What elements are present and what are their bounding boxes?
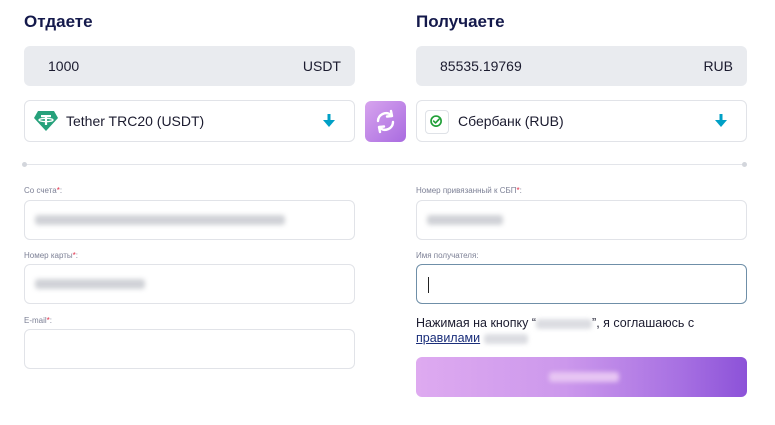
give-method-select[interactable]: Tether TRC20 (USDT) [24, 100, 355, 142]
submit-button[interactable] [416, 357, 747, 397]
text-cursor [428, 277, 429, 293]
rules-link[interactable]: правилами [416, 331, 480, 345]
from-account-label: Со счета*: [24, 186, 63, 195]
recipient-name-input[interactable] [416, 264, 747, 304]
give-amount-field[interactable]: 1000 USDT [24, 46, 355, 86]
sbp-phone-label: Номер привязанный к СБП*: [416, 186, 522, 195]
tether-icon [34, 111, 58, 131]
give-amount-value: 1000 [48, 58, 80, 74]
get-amount-field[interactable]: 85535.19769 RUB [416, 46, 747, 86]
card-number-input[interactable] [24, 264, 355, 304]
sbp-phone-input[interactable] [416, 200, 747, 240]
from-account-input[interactable] [24, 200, 355, 240]
recipient-name-label: Имя получателя: [416, 251, 479, 260]
give-method-label: Tether TRC20 (USDT) [66, 113, 205, 129]
card-number-label: Номер карты*: [24, 251, 79, 260]
get-title: Получаете [416, 12, 505, 31]
give-title: Отдаете [24, 12, 93, 31]
get-method-select[interactable]: Сбербанк (RUB) [416, 100, 747, 142]
sberbank-icon [425, 110, 449, 134]
hidden-button-name [536, 318, 593, 329]
swap-icon [376, 109, 395, 134]
get-amount-value: 85535.19769 [440, 58, 522, 74]
get-method-label: Сбербанк (RUB) [458, 113, 564, 129]
email-input[interactable] [24, 329, 355, 369]
chevron-down-icon [323, 114, 335, 127]
get-currency: RUB [703, 58, 733, 74]
give-currency: USDT [302, 58, 341, 74]
divider [24, 164, 746, 165]
email-label: E-mail*: [24, 316, 53, 325]
chevron-down-icon [715, 114, 727, 127]
divider-dot-left [22, 162, 27, 167]
swap-button[interactable] [365, 101, 406, 142]
divider-dot-right [742, 162, 747, 167]
agreement-text: Нажимая на кнопку “”, я соглашаюсь с пра… [416, 316, 695, 345]
